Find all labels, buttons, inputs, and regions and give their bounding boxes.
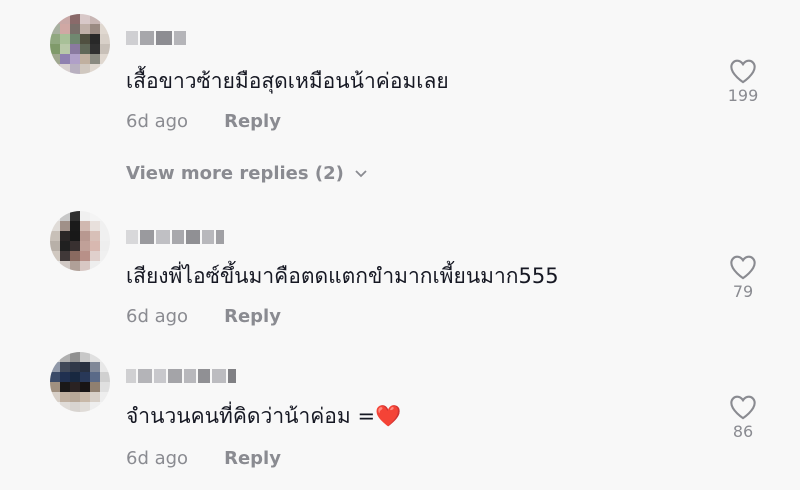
comment-text: เสื้อขาวซ้ายมือสุดเหมือนน้าค่อมเลย [126,69,449,93]
red-heart-emoji-icon: ❤️ [375,404,402,428]
like-count: 199 [727,86,759,105]
heart-outline-icon [730,59,756,84]
like-count: 79 [732,282,754,301]
heart-outline-icon [730,255,756,280]
chevron-down-icon [355,169,367,177]
username-redacted[interactable] [126,31,186,47]
reply-button[interactable]: Reply [224,448,281,469]
reply-button[interactable]: Reply [224,111,281,132]
view-more-replies-button[interactable]: View more replies (2) [126,163,368,184]
comment-meta: 6d ago Reply [126,111,281,132]
comment-meta: 6d ago Reply [126,306,281,327]
comment-text: เสียงพี่ไอซ์ขึ้นมาคือตดแตกขำมากเพี้ยนมาก… [126,264,559,288]
view-more-label: View more replies (2) [126,163,344,184]
username-redacted[interactable] [126,369,236,385]
like-button[interactable]: 199 [720,58,766,105]
heart-outline-icon [730,395,756,420]
comment-text: จำนวนคนที่คิดว่าน้าค่อม =❤️ [126,402,401,430]
avatar[interactable] [50,211,110,271]
like-count: 86 [732,422,754,441]
like-button[interactable]: 86 [720,394,766,441]
avatar[interactable] [50,352,110,412]
comment-text-body: จำนวนคนที่คิดว่าน้าค่อม = [126,404,376,428]
username-redacted[interactable] [126,230,224,246]
reply-button[interactable]: Reply [224,306,281,327]
comment-meta: 6d ago Reply [126,448,281,469]
avatar[interactable] [50,14,110,74]
like-button[interactable]: 79 [720,254,766,301]
comment-time: 6d ago [126,448,189,469]
comment-time: 6d ago [126,306,189,327]
comment-time: 6d ago [126,111,189,132]
